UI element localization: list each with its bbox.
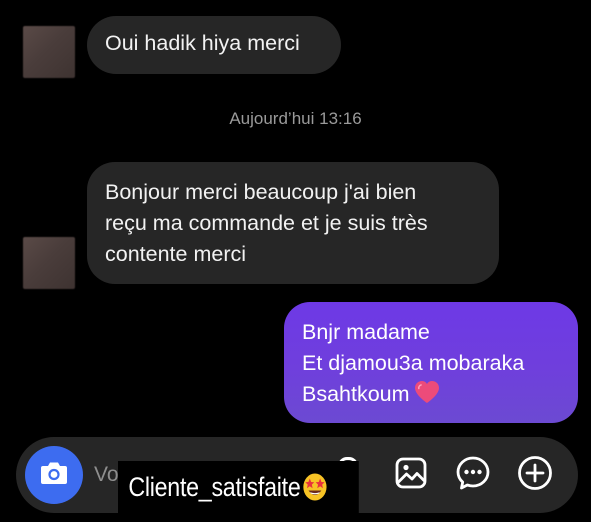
star-struck-emoji-icon <box>302 467 328 519</box>
add-icon <box>517 455 553 496</box>
avatar[interactable] <box>23 237 75 289</box>
gallery-icon <box>394 456 428 495</box>
sticker-chat-button[interactable] <box>454 456 492 494</box>
message-text: contente merci <box>105 242 247 266</box>
avatar[interactable] <box>23 26 75 78</box>
chat-screen: Oui hadik hiya merci Aujourd’hui 13:16 B… <box>0 0 591 522</box>
message-text: Bsahtkoum <box>302 382 410 406</box>
camera-icon <box>39 460 69 491</box>
heart-emoji-icon <box>414 380 440 413</box>
message-text: Oui hadik hiya merci <box>105 31 300 55</box>
outgoing-message-bubble[interactable]: Bnjr madame Et djamou3a mobaraka Bsahtko… <box>284 302 578 423</box>
camera-button[interactable] <box>25 446 83 504</box>
message-text: Et djamou3a mobaraka <box>302 351 525 375</box>
sticker-chat-icon <box>455 455 491 496</box>
message-text: Bonjour merci beaucoup j'ai bien <box>105 180 417 204</box>
gallery-button[interactable] <box>392 456 430 494</box>
incoming-message-bubble[interactable]: Bonjour merci beaucoup j'ai bien reçu ma… <box>87 162 499 284</box>
message-text: Bnjr madame <box>302 320 430 344</box>
incoming-message-bubble[interactable]: Oui hadik hiya merci <box>87 16 341 74</box>
overlay-caption-text: Cliente_satisfaite <box>128 472 301 502</box>
message-text-with-heart: Bsahtkoum <box>302 379 578 413</box>
add-button[interactable] <box>516 455 554 496</box>
message-text: reçu ma commande et je suis très <box>105 211 428 235</box>
overlay-caption: Cliente_satisfaite <box>118 461 359 513</box>
timestamp-divider: Aujourd’hui 13:16 <box>229 109 362 128</box>
